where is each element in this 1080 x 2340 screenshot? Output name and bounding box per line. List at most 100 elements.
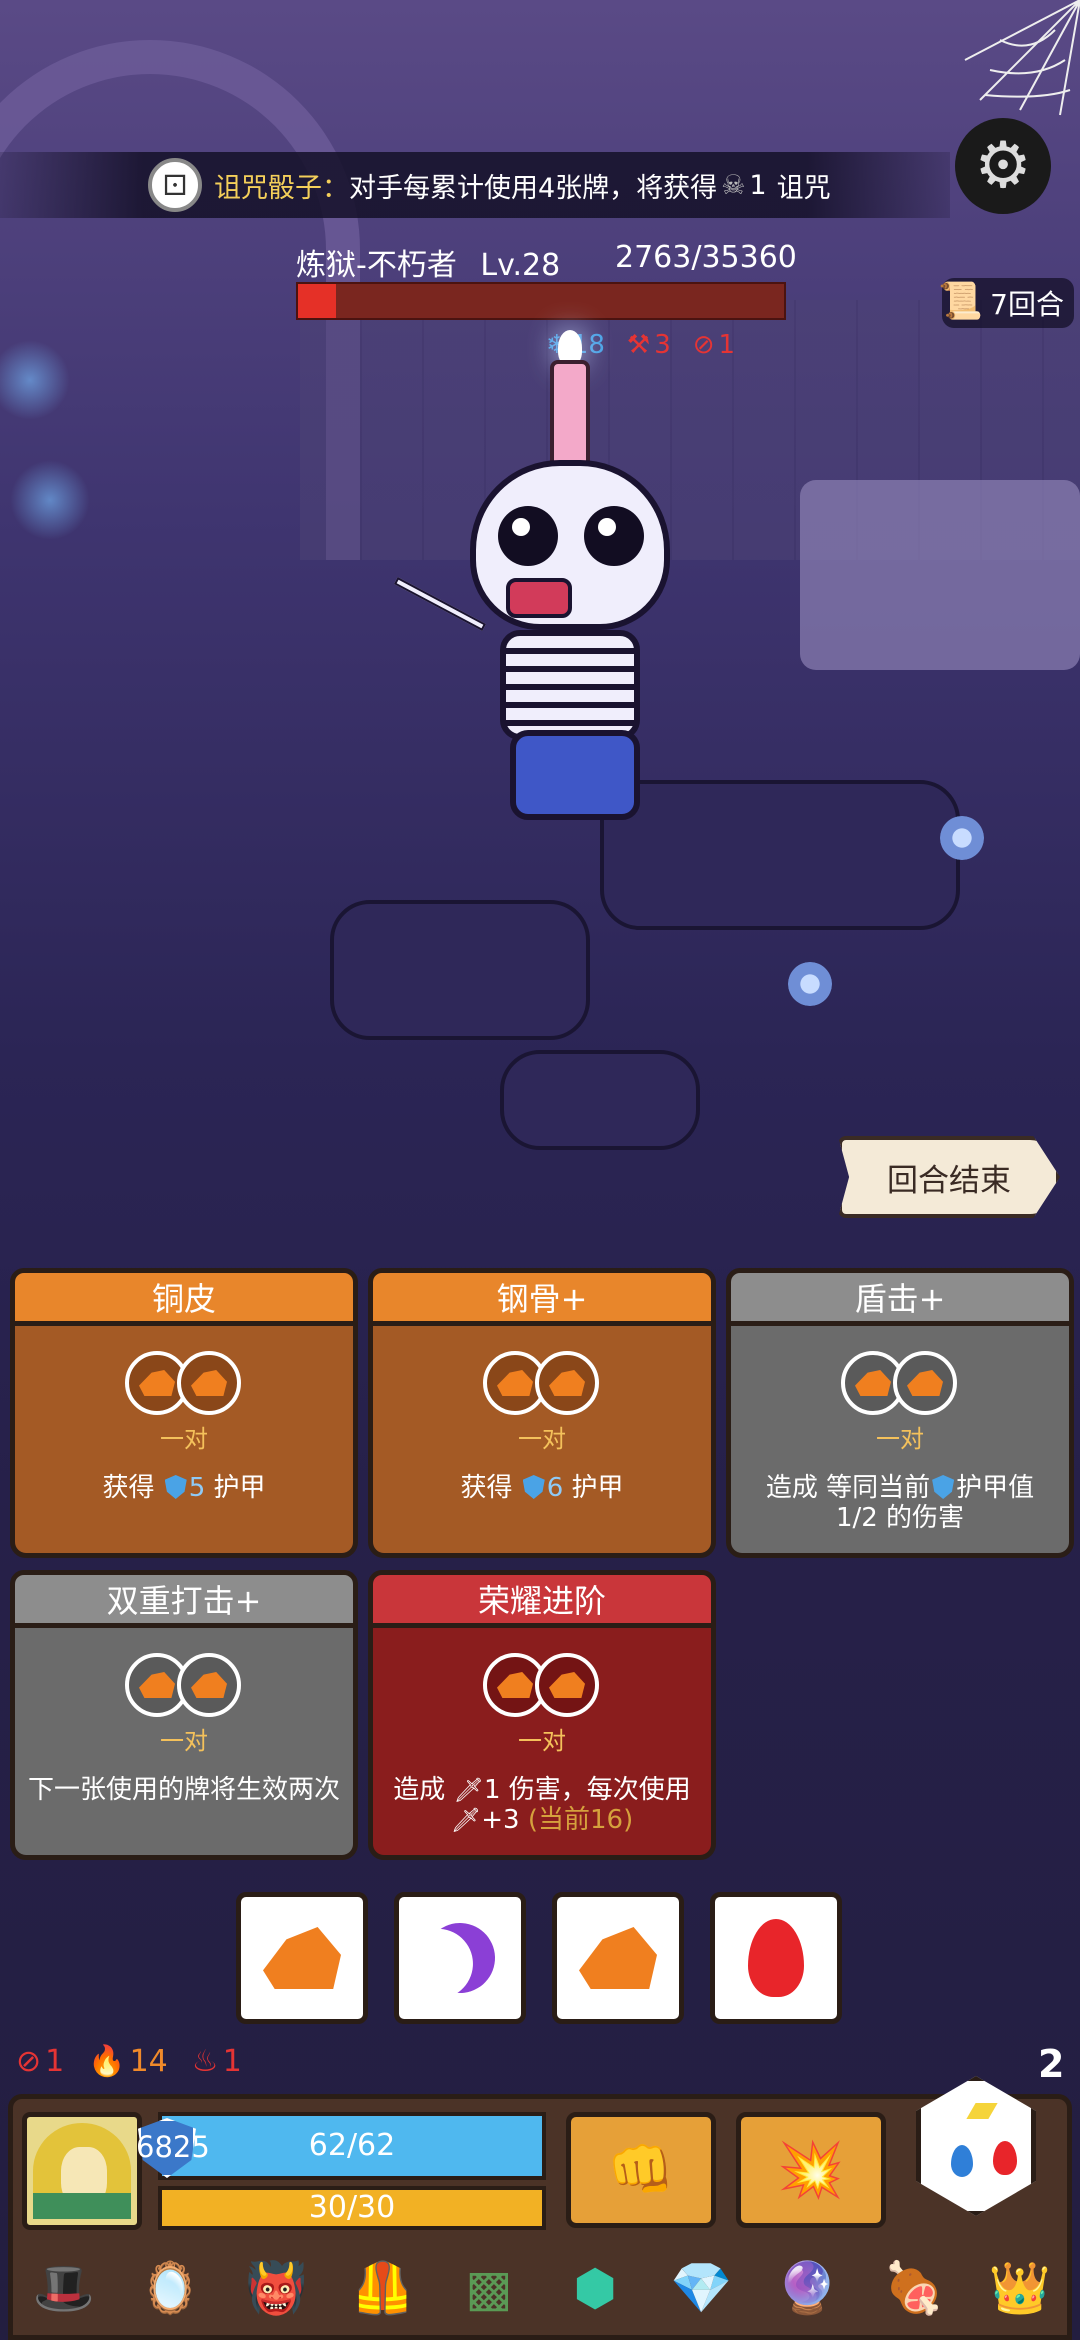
card-steel-bone[interactable]: 钢骨+ 一对 获得 6 护甲 xyxy=(368,1268,716,1558)
card-title: 铜皮 xyxy=(10,1268,358,1326)
eye xyxy=(498,506,558,566)
status-value: 1 xyxy=(222,2044,242,2079)
desc-value: 1 xyxy=(483,1775,501,1805)
desc-text: 造成 xyxy=(393,1775,454,1805)
sword-icon: 🗡 xyxy=(450,1806,482,1834)
player-portrait[interactable] xyxy=(22,2112,142,2230)
player-status-flame[interactable]: 🔥 14 xyxy=(88,2044,168,2079)
card-copper-skin[interactable]: 铜皮 一对 获得 5 护甲 xyxy=(10,1268,358,1558)
broken-sword-icon: ⊘ xyxy=(16,2044,42,2079)
card-glory-advance[interactable]: 荣耀进阶 一对 造成 🗡1 伤害，每次使用 🗡+3 (当前16) xyxy=(368,1570,716,1860)
candle-glow xyxy=(10,460,90,540)
meat-leg-icon[interactable]: 🍖 xyxy=(872,2246,956,2330)
sword-icon: 🗡 xyxy=(453,1776,484,1804)
roll-dice-button[interactable] xyxy=(916,2076,1042,2234)
player-status-list: ⊘ 1 🔥 14 ♨ 1 xyxy=(16,2044,242,2079)
mirror-icon[interactable]: 🪞 xyxy=(128,2246,212,2330)
shield-icon xyxy=(932,1475,955,1499)
desc-value: 5 xyxy=(188,1473,206,1503)
curse-text: 对手每累计使用4张牌，将获得 xyxy=(349,172,718,204)
curse-suffix: 诅咒 xyxy=(776,172,831,204)
lava-punch-icon: 💥 xyxy=(777,2138,845,2201)
player-status-blood[interactable]: ♨ 1 xyxy=(192,2044,242,2079)
enemy-skeleton[interactable] xyxy=(393,330,700,840)
curse-dice-icon[interactable]: ⚀ xyxy=(148,158,202,212)
card-pair-label: 一对 xyxy=(876,1425,924,1453)
shield-icon xyxy=(164,1475,187,1499)
desc-text: 伤害，每次使用 xyxy=(500,1775,691,1805)
desc-current: (当前16) xyxy=(527,1805,634,1835)
flower-decoration xyxy=(940,816,984,860)
flame-icon: 🔥 xyxy=(88,2044,126,2079)
rock-icon xyxy=(579,1927,657,1989)
spiked-fist-icon: 👊 xyxy=(607,2138,675,2201)
player-energy-text: 30/30 xyxy=(308,2190,396,2225)
skill-lava-punch-button[interactable]: 💥 xyxy=(736,2112,886,2228)
golden-crown-icon[interactable]: 👑 xyxy=(978,2246,1062,2330)
barrel xyxy=(510,730,640,820)
card-pair-label: 一对 xyxy=(160,1727,208,1755)
dice-slot-rock[interactable] xyxy=(236,1892,368,2024)
demon-mask-icon[interactable]: 👹 xyxy=(234,2246,318,2330)
card-title: 双重打击+ xyxy=(10,1570,358,1628)
end-turn-label: 回合结束 xyxy=(887,1162,1011,1199)
skill-spiked-fist-button[interactable]: 👊 xyxy=(566,2112,716,2228)
boss-hp-fill xyxy=(298,284,336,318)
card-cost xyxy=(125,1653,245,1717)
curse-count: 1 xyxy=(749,169,767,201)
boss-hp-bar xyxy=(296,282,786,320)
dice-slot-fire[interactable] xyxy=(710,1892,842,2024)
card-description: 造成 🗡1 伤害，每次使用 🗡+3 (当前16) xyxy=(383,1775,701,1835)
candle xyxy=(550,360,590,470)
card-cost xyxy=(125,1351,245,1415)
jade-ring-icon[interactable]: ⬢ xyxy=(553,2246,637,2330)
wizard-hat-icon[interactable]: 🎩 xyxy=(22,2246,106,2330)
dice-slot-moon[interactable] xyxy=(394,1892,526,2024)
fire-icon xyxy=(993,2141,1017,2175)
status-value: 1 xyxy=(718,330,736,360)
player-status-break[interactable]: ⊘ 1 xyxy=(16,2044,64,2079)
round-text: 7回合 xyxy=(990,288,1064,321)
eye xyxy=(584,506,644,566)
skull xyxy=(470,460,670,630)
moss-block-icon[interactable]: ▩ xyxy=(447,2246,531,2330)
end-turn-button[interactable]: 回合结束 xyxy=(838,1136,1060,1218)
boss-name-level: 炼狱-不朽者 Lv.28 xyxy=(296,240,560,284)
boss-name: 炼狱-不朽者 xyxy=(296,248,457,283)
rock-icon xyxy=(535,1653,599,1717)
card-double-strike[interactable]: 双重打击+ 一对 下一张使用的牌将生效两次 xyxy=(10,1570,358,1860)
desc-text: 获得 xyxy=(102,1473,163,1503)
card-pair-label: 一对 xyxy=(518,1425,566,1453)
rock-icon xyxy=(263,1927,341,1989)
ribcage xyxy=(500,630,640,740)
scroll-icon: 📜 xyxy=(938,281,983,322)
vest-icon[interactable]: 🦺 xyxy=(341,2246,425,2330)
desc-text: 护甲 xyxy=(563,1473,624,1503)
boss-hp-text: 2763/35360 xyxy=(615,240,797,275)
rock-icon xyxy=(177,1351,241,1415)
spiderweb-icon xyxy=(964,0,1080,116)
card-cost xyxy=(841,1351,961,1415)
dice-slot-rock[interactable] xyxy=(552,1892,684,2024)
diamond-skull-icon[interactable]: 💎 xyxy=(659,2246,743,2330)
card-title: 钢骨+ xyxy=(368,1268,716,1326)
card-cost xyxy=(483,1351,603,1415)
card-shield-bash[interactable]: 盾击+ 一对 造成 等同当前 护甲值 1/2 的伤害 xyxy=(726,1268,1074,1558)
fire-icon xyxy=(748,1919,804,1997)
card-description: 获得 6 护甲 xyxy=(383,1473,701,1503)
card-pair-label: 一对 xyxy=(518,1727,566,1755)
skull-icon: ☠ xyxy=(721,169,746,201)
settings-gear-icon[interactable]: ⚙ xyxy=(955,118,1051,214)
card-cost xyxy=(483,1653,603,1717)
dice-face xyxy=(916,2076,1036,2216)
desc-value: +3 xyxy=(481,1805,520,1835)
desc-text: 造成 等同当前 xyxy=(765,1473,931,1503)
relic-bar: 🎩 🪞 👹 🦺 ▩ ⬢ 💎 🔮 🍖 👑 xyxy=(22,2246,1062,2336)
card-description: 造成 等同当前 护甲值 1/2 的伤害 xyxy=(741,1473,1059,1533)
card-title: 荣耀进阶 xyxy=(368,1570,716,1628)
ground-stone xyxy=(330,900,590,1040)
crystal-icon[interactable]: 🔮 xyxy=(766,2246,850,2330)
water-drop-icon xyxy=(951,2145,973,2177)
stone-slab xyxy=(800,480,1080,670)
desc-text: 护甲 xyxy=(205,1473,266,1503)
